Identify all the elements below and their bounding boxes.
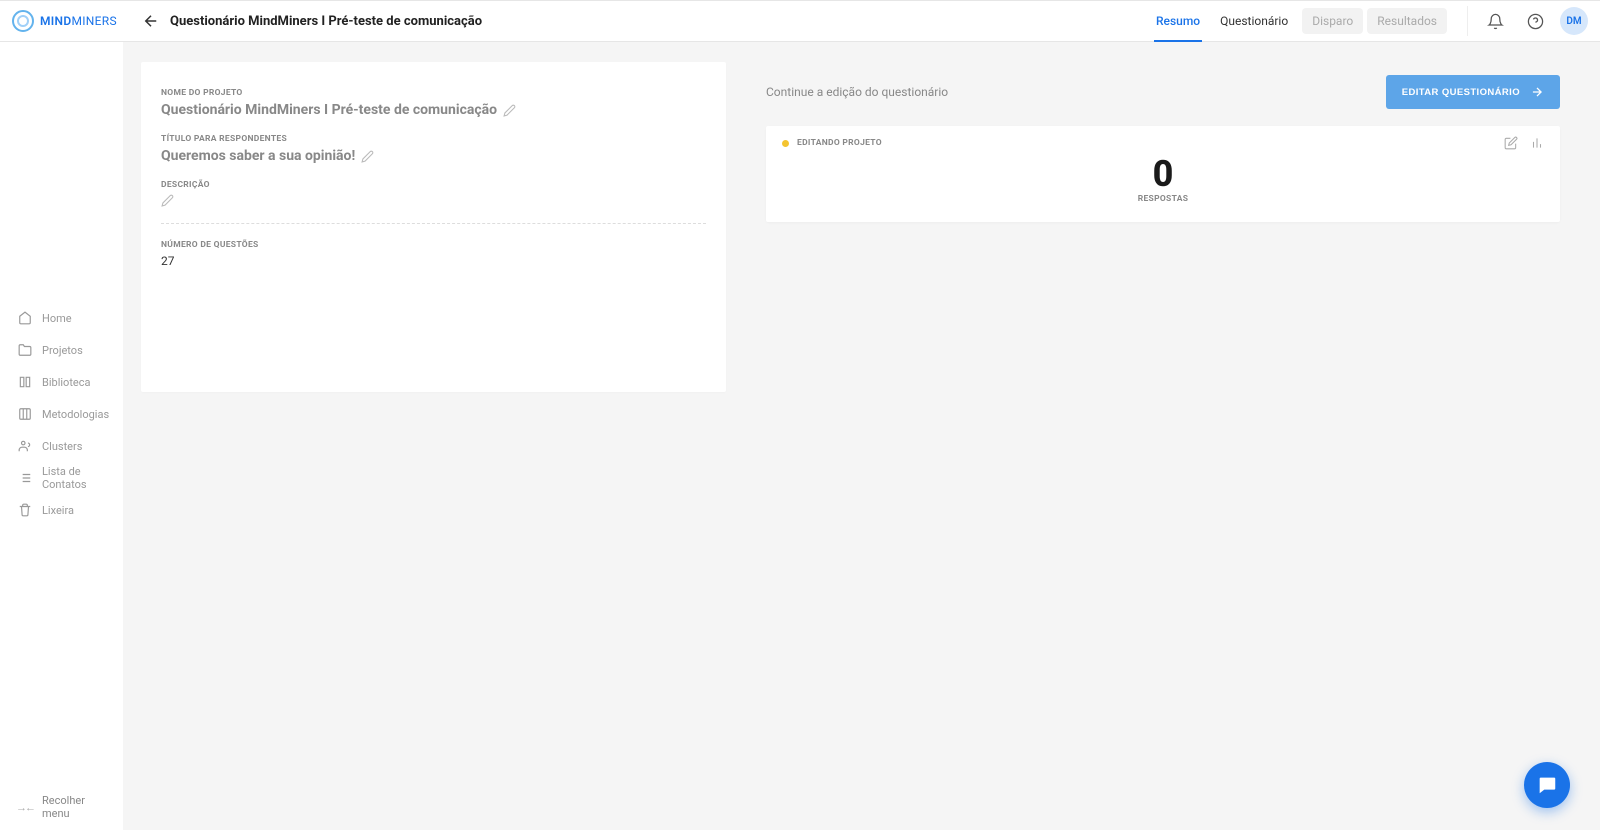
stats-button[interactable] bbox=[1530, 136, 1544, 150]
arrow-left-icon bbox=[142, 12, 160, 30]
status-text: EDITANDO PROJETO bbox=[797, 138, 882, 148]
respondent-title-label: TÍTULO PARA RESPONDENTES bbox=[161, 134, 706, 144]
question-count-value: 27 bbox=[161, 254, 706, 268]
brand-name: MINDMINERS bbox=[40, 14, 117, 28]
description-label: DESCRIÇÃO bbox=[161, 180, 706, 190]
tab-label: Resultados bbox=[1377, 14, 1437, 28]
brand-bold: MIND bbox=[40, 14, 71, 28]
sidebar-label: Lista de Contatos bbox=[42, 465, 105, 491]
tab-disparo: Disparo bbox=[1302, 8, 1363, 34]
sidebar-item-contatos[interactable]: Lista de Contatos bbox=[0, 462, 123, 494]
chat-bubble-icon bbox=[1536, 774, 1558, 796]
trash-icon bbox=[18, 503, 32, 517]
tab-label: Resumo bbox=[1156, 14, 1200, 28]
tab-resumo[interactable]: Resumo bbox=[1146, 0, 1210, 42]
collapse-sidebar-button[interactable]: →← Recolher menu bbox=[0, 784, 123, 830]
question-count-label: NÚMERO DE QUESTÕES bbox=[161, 240, 706, 250]
help-circle-icon bbox=[1527, 13, 1544, 30]
logo-mark-icon bbox=[12, 10, 34, 32]
board-icon bbox=[18, 407, 32, 421]
edit-questionnaire-button[interactable]: EDITAR QUESTIONÁRIO bbox=[1386, 75, 1560, 109]
sidebar-item-metodologias[interactable]: Metodologias bbox=[0, 398, 123, 430]
sidebar-label: Metodologias bbox=[42, 408, 109, 421]
sidebar-item-home[interactable]: Home bbox=[0, 302, 123, 334]
button-label: EDITAR QUESTIONÁRIO bbox=[1402, 87, 1520, 98]
arrow-right-icon bbox=[1530, 85, 1544, 99]
users-icon bbox=[18, 439, 32, 453]
help-button[interactable] bbox=[1520, 6, 1550, 36]
user-avatar[interactable]: DM bbox=[1560, 7, 1588, 35]
collapse-label: Recolher menu bbox=[42, 794, 107, 820]
edit-status-button[interactable] bbox=[1504, 136, 1518, 150]
sidebar-item-lixeira[interactable]: Lixeira bbox=[0, 494, 123, 526]
sidebar-label: Lixeira bbox=[42, 504, 74, 517]
tab-resultados: Resultados bbox=[1367, 8, 1447, 34]
sidebar: Home Projetos Biblioteca Metodologias Cl… bbox=[0, 42, 123, 830]
edit-respondent-title-button[interactable] bbox=[361, 150, 374, 163]
edit-square-icon bbox=[1504, 136, 1518, 150]
tab-label: Questionário bbox=[1220, 14, 1288, 28]
collapse-icon: →← bbox=[16, 801, 34, 814]
list-icon bbox=[18, 471, 32, 485]
right-column: Continue a edição do questionário EDITAR… bbox=[766, 62, 1560, 810]
tab-questionario[interactable]: Questionário bbox=[1210, 0, 1298, 42]
sidebar-item-clusters[interactable]: Clusters bbox=[0, 430, 123, 462]
pencil-icon bbox=[503, 104, 516, 117]
responses-count: 0 bbox=[782, 156, 1544, 192]
sidebar-label: Biblioteca bbox=[42, 376, 91, 389]
continue-edit-prompt: Continue a edição do questionário bbox=[766, 85, 948, 99]
bell-icon bbox=[1487, 13, 1504, 30]
notifications-button[interactable] bbox=[1480, 6, 1510, 36]
tab-label: Disparo bbox=[1312, 14, 1353, 28]
library-icon bbox=[18, 375, 32, 389]
brand-logo[interactable]: MINDMINERS bbox=[12, 10, 142, 32]
avatar-initials: DM bbox=[1566, 16, 1581, 27]
edit-description-button[interactable] bbox=[161, 194, 174, 207]
edit-project-name-button[interactable] bbox=[503, 104, 516, 117]
pencil-icon bbox=[161, 194, 174, 207]
folder-icon bbox=[18, 343, 32, 357]
project-name-value: Questionário MindMiners I Pré-teste de c… bbox=[161, 102, 497, 118]
brand-thin: MINERS bbox=[71, 14, 116, 28]
project-info-card: NOME DO PROJETO Questionário MindMiners … bbox=[141, 62, 726, 392]
project-name-label: NOME DO PROJETO bbox=[161, 88, 706, 98]
status-dot-icon bbox=[782, 140, 789, 147]
main-content: NOME DO PROJETO Questionário MindMiners … bbox=[123, 42, 1600, 830]
main-tabs: Resumo Questionário Disparo Resultados bbox=[1146, 0, 1447, 42]
bar-chart-icon bbox=[1530, 136, 1544, 150]
divider bbox=[161, 223, 706, 224]
home-icon bbox=[18, 311, 32, 325]
pencil-icon bbox=[361, 150, 374, 163]
page-title: Questionário MindMiners I Pré-teste de c… bbox=[170, 14, 482, 29]
sidebar-label: Clusters bbox=[42, 440, 82, 453]
back-button[interactable] bbox=[136, 6, 166, 36]
header-actions: DM bbox=[1467, 6, 1588, 36]
chat-fab-button[interactable] bbox=[1524, 762, 1570, 808]
responses-label: RESPOSTAS bbox=[782, 194, 1544, 204]
sidebar-item-biblioteca[interactable]: Biblioteca bbox=[0, 366, 123, 398]
sidebar-label: Home bbox=[42, 312, 72, 325]
sidebar-label: Projetos bbox=[42, 344, 83, 357]
header-bar: MINDMINERS Questionário MindMiners I Pré… bbox=[0, 0, 1600, 42]
respondent-title-value: Queremos saber a sua opinião! bbox=[161, 148, 355, 164]
sidebar-item-projetos[interactable]: Projetos bbox=[0, 334, 123, 366]
status-card: EDITANDO PROJETO 0 RESPOSTAS bbox=[766, 126, 1560, 222]
